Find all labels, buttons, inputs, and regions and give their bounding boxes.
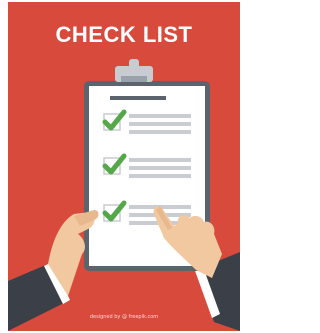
image-frame: CHECK LIST designed by @ freepik.com [2,2,245,331]
checklist-poster: CHECK LIST designed by @ freepik.com [8,2,240,331]
checklist-illustration [8,59,240,331]
credit-text: designed by @ freepik.com [89,314,159,320]
